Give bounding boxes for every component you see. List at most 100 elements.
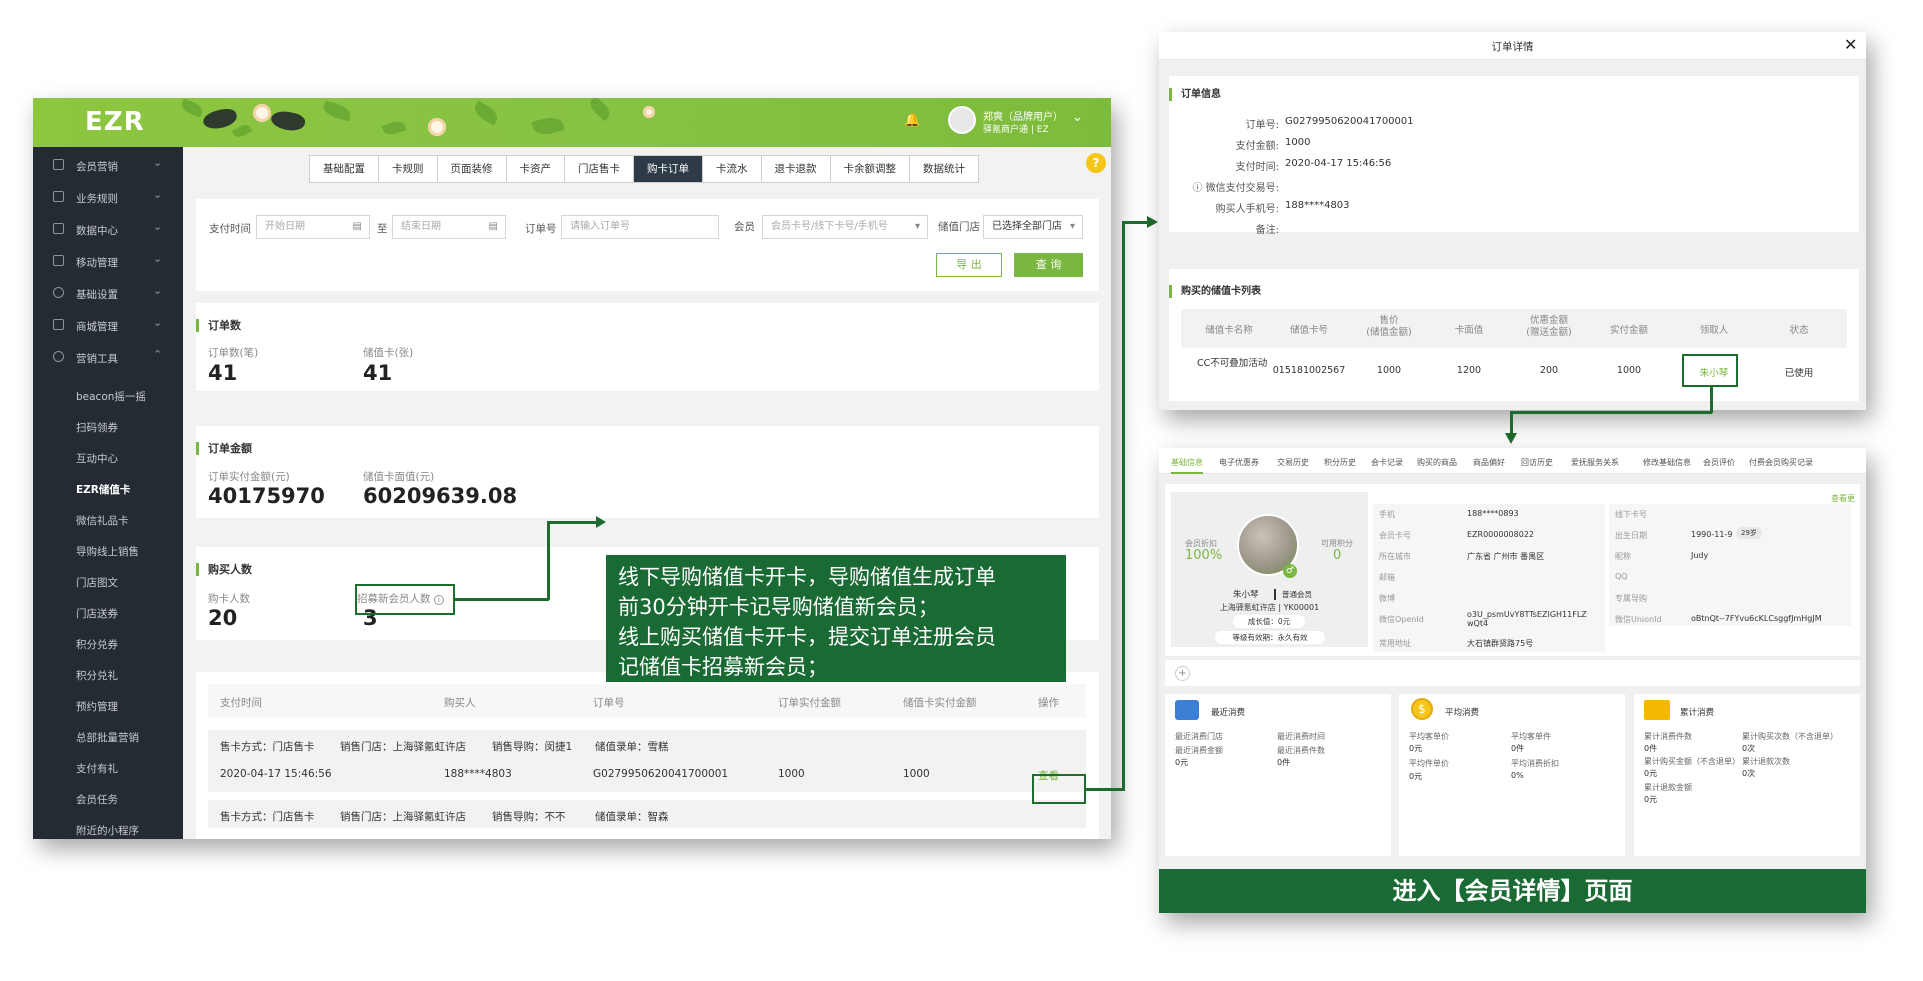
member-tab[interactable]: 会卡记录 [1371, 457, 1403, 468]
callout-line: 线上购买储值卡开卡，提交订单注册会员 [618, 625, 996, 649]
member-tab[interactable]: 会员评价 [1703, 457, 1735, 468]
connector-line [1086, 788, 1124, 791]
field-key: 备注: [1255, 225, 1279, 236]
sidebar-sub-item[interactable]: 会员任务 [76, 792, 118, 807]
member-tab[interactable]: 商品偏好 [1473, 457, 1505, 468]
sidebar-sub-item[interactable]: 支付有礼 [76, 761, 118, 776]
calendar-icon: ▤ [488, 221, 498, 232]
query-button[interactable]: 查 询 [1014, 253, 1083, 277]
points-value: 0 [1333, 548, 1342, 563]
callout-line: 记储值卡招募新会员； [618, 655, 828, 679]
pay-time-label: 支付时间 [209, 223, 251, 235]
member-tab[interactable]: 交易历史 [1277, 457, 1309, 468]
sidebar-sub-item[interactable]: 总部批量营销 [76, 730, 139, 745]
start-date-input[interactable]: 开始日期 ▤ [256, 215, 370, 239]
add-icon[interactable]: + [1175, 666, 1190, 681]
stat-value: 0元 [1644, 795, 1658, 804]
member-detail-window: 基础信息 电子优惠券 交易历史 积分历史 会卡记录 购买的商品 商品偏好 回访历… [1159, 448, 1866, 913]
member-tab[interactable]: 购买的商品 [1417, 457, 1457, 468]
field-value: Judy [1691, 551, 1709, 560]
table-row: 2020-04-17 15:46:56 188****4803 G0279950… [208, 758, 1086, 792]
sidebar-sub-item[interactable]: 积分兑礼 [76, 668, 118, 683]
tab-card-orders[interactable]: 购卡订单 [634, 156, 703, 182]
sidebar-sub-item[interactable]: 门店图文 [76, 575, 118, 590]
header-decoration [173, 98, 693, 147]
fields-left-bg [1373, 504, 1605, 652]
stat-value: 0元 [1409, 772, 1423, 781]
sale-guide: 销售导购：闵捷1 [492, 741, 573, 753]
member-tab[interactable]: 回访历史 [1521, 457, 1553, 468]
cards-list-title: 购买的储值卡列表 [1169, 285, 1261, 298]
sidebar-sub-item[interactable]: 微信礼品卡 [76, 513, 129, 528]
module-tabs: 基础配置 卡规则 页面装修 卡资产 门店售卡 购卡订单 卡流水 退卡退款 卡余额… [309, 155, 979, 183]
member-tab[interactable]: 积分历史 [1324, 457, 1356, 468]
member-icon [53, 159, 64, 170]
stat-card-recent: 最近消费 最近消费门店 最近消费时间 最近消费金额 最近消费件数 0元 0件 [1165, 694, 1391, 856]
order-count-panel: 订单数 订单数(笔) 41 储值卡(张) 41 [196, 303, 1099, 391]
stat-key: 最近消费时间 [1277, 732, 1325, 741]
filter-panel: 支付时间 开始日期 ▤ 至 结束日期 ▤ 订单号 请输入订单号 会员 会员卡号/线下… [196, 199, 1099, 291]
connector-line [1122, 221, 1125, 791]
member-select[interactable]: 会员卡号/线下卡号/手机号 ▾ [762, 215, 928, 239]
callout-line: 线下导购储值卡开卡，导购储值生成订单 [618, 565, 996, 589]
tab-store-sales[interactable]: 门店售卡 [565, 156, 634, 182]
store-select[interactable]: 已选择全部门店 ▾ [983, 215, 1083, 239]
sidebar-sub-item[interactable]: 导购线上销售 [76, 544, 139, 559]
sidebar-sub-item[interactable]: 门店送券 [76, 606, 118, 621]
sidebar-sub-item[interactable]: beacon摇一摇 [76, 389, 146, 404]
sidebar-sub-item[interactable]: 积分兑券 [76, 637, 118, 652]
export-button[interactable]: 导 出 [936, 253, 1002, 277]
sidebar-item-marketing-tools[interactable]: 营销工具 ⌃ [33, 342, 183, 374]
tab-page-decoration[interactable]: 页面装修 [438, 156, 507, 182]
member-tab[interactable]: 电子优惠券 [1219, 457, 1259, 468]
end-date-input[interactable]: 结束日期 ▤ [392, 215, 506, 239]
sidebar-item-label: 商城管理 [76, 321, 118, 333]
member-tab[interactable]: 基础信息 [1171, 457, 1203, 474]
grid-icon [53, 191, 64, 202]
tab-refund[interactable]: 退卡退款 [762, 156, 831, 182]
tab-card-flow[interactable]: 卡流水 [703, 156, 762, 182]
sidebar-sub-item[interactable]: 扫码领券 [76, 420, 118, 435]
store-label: 储值门店 [938, 221, 980, 233]
notification-bell-icon[interactable]: 🔔 [904, 113, 920, 128]
stat-key: 平均件单价 [1409, 759, 1449, 768]
user-menu-chevron-icon[interactable]: ⌄ [1072, 110, 1083, 125]
stat-value: 0件 [1644, 744, 1658, 753]
field-key: 邮箱 [1379, 573, 1395, 582]
row-card-paid: 1000 [903, 768, 930, 780]
help-icon[interactable]: ? [1086, 153, 1106, 173]
tab-basic-config[interactable]: 基础配置 [310, 156, 379, 182]
field-key: 专属导购 [1615, 594, 1647, 603]
tab-statistics[interactable]: 数据统计 [910, 156, 978, 182]
order-detail-title: 订单详情 [1491, 41, 1534, 53]
sidebar-item-member-marketing[interactable]: 会员营销 ⌄ [33, 150, 183, 182]
sidebar-sub-item-active[interactable]: EZR储值卡 [76, 482, 130, 497]
member-tab[interactable]: 修改基础信息 [1643, 457, 1691, 468]
col-header: 储值卡名称 [1205, 325, 1253, 336]
chevron-down-icon: ⌄ [153, 284, 163, 297]
field-key: QQ [1615, 572, 1628, 581]
close-icon[interactable]: ✕ [1844, 35, 1857, 54]
sidebar-item-basic-settings[interactable]: 基础设置 ⌄ [33, 278, 183, 310]
member-tab[interactable]: 付费会员购买记录 [1749, 457, 1813, 468]
order-no-input[interactable]: 请输入订单号 [561, 215, 719, 239]
member-tab[interactable]: 爱抚服务关系 [1571, 457, 1619, 468]
field-value: 1000 [1285, 137, 1311, 148]
sidebar-sub-item[interactable]: 附近的小程序 [76, 823, 139, 838]
stat-value: 0元 [1409, 744, 1423, 753]
tab-balance-adjust[interactable]: 卡余额调整 [831, 156, 910, 182]
sidebar-item-data-center[interactable]: 数据中心 ⌄ [33, 214, 183, 246]
connector-line [1710, 387, 1713, 413]
sidebar-item-business-rules[interactable]: 业务规则 ⌄ [33, 182, 183, 214]
recent-consume-icon [1175, 700, 1199, 720]
field-key: 微信OpenId [1379, 615, 1424, 624]
sidebar-sub-item[interactable]: 预约管理 [76, 699, 118, 714]
tab-card-assets[interactable]: 卡资产 [507, 156, 565, 182]
paid-amount-label: 订单实付金额(元) [208, 471, 290, 483]
user-avatar[interactable] [948, 106, 976, 134]
fields-right-bg [1609, 504, 1851, 626]
sidebar-sub-item[interactable]: 互动中心 [76, 451, 118, 466]
sidebar-item-mobile[interactable]: 移动管理 ⌄ [33, 246, 183, 278]
tab-card-rules[interactable]: 卡规则 [379, 156, 438, 182]
sidebar-item-shop[interactable]: 商城管理 ⌄ [33, 310, 183, 342]
